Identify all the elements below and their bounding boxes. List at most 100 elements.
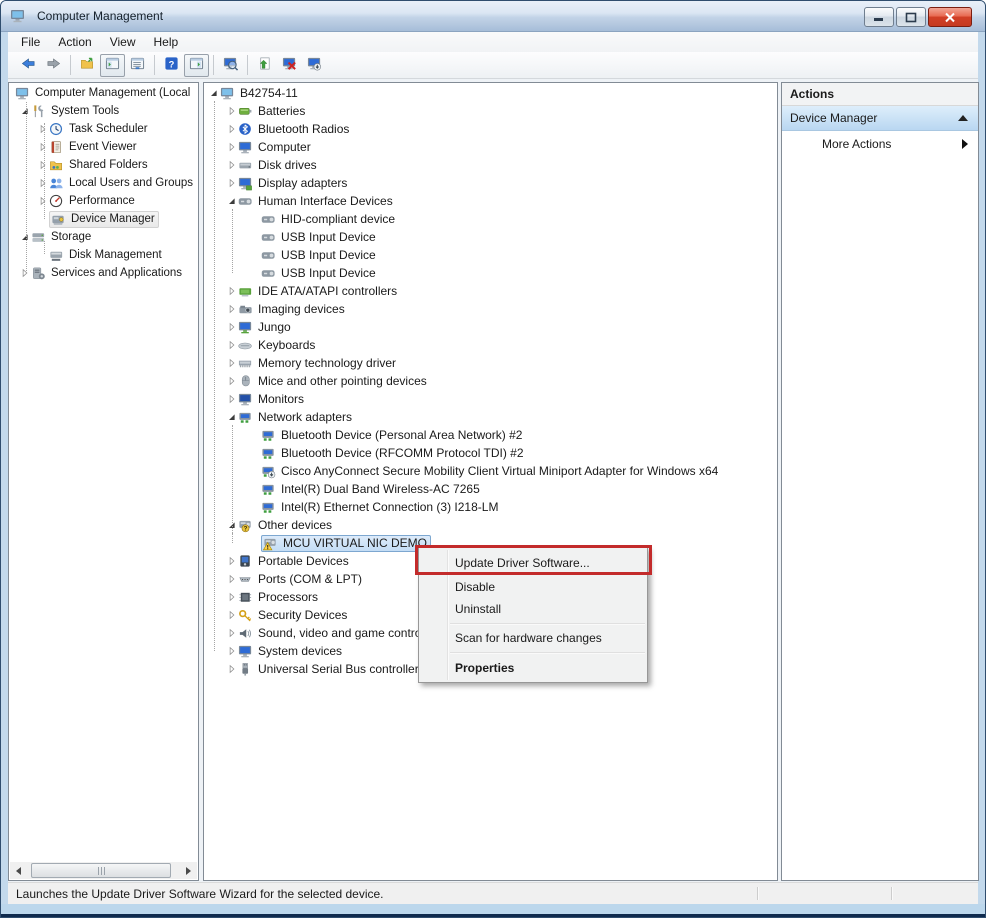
expander-icon[interactable] [225,555,238,568]
expander-icon[interactable] [36,159,49,172]
menu-help[interactable]: Help [145,33,188,51]
close-button[interactable] [928,7,972,27]
up-level-button[interactable] [75,54,100,77]
expander-icon[interactable] [225,177,238,190]
menu-action[interactable]: Action [49,33,100,51]
expander-icon[interactable] [18,105,31,118]
expander-icon[interactable] [225,393,238,406]
scan-hardware-button[interactable] [218,54,243,77]
export-list-button[interactable] [125,54,150,77]
expander-icon[interactable] [225,339,238,352]
expander-icon[interactable] [225,663,238,676]
tree-item-mice-and-other-pointing-devices[interactable]: Mice and other pointing devices [205,372,776,390]
expander-icon[interactable] [225,303,238,316]
tree-item-intel-r-dual-band-wireless-ac-7265[interactable]: Intel(R) Dual Band Wireless-AC 7265 [205,480,776,498]
help-icon: ? [164,56,179,74]
context-menu-item-properties[interactable]: Properties [419,656,647,680]
expander-icon[interactable] [225,105,238,118]
expander-icon[interactable] [18,231,31,244]
context-menu-item-disable[interactable]: Disable [419,576,647,598]
actions-section-device-manager[interactable]: Device Manager [782,106,978,131]
expander-icon[interactable] [36,141,49,154]
context-menu-item-update-driver-software[interactable]: Update Driver Software... [419,550,647,576]
horizontal-scrollbar[interactable] [10,862,197,879]
tree-item-performance[interactable]: Performance [10,192,197,210]
expander-icon[interactable] [225,375,238,388]
tree-item-intel-r-ethernet-connection-3-i218-lm[interactable]: Intel(R) Ethernet Connection (3) I218-LM [205,498,776,516]
collapse-section-icon[interactable] [958,115,968,121]
tree-item-system-tools[interactable]: System Tools [10,102,197,120]
tree-item-other-devices[interactable]: ?Other devices [205,516,776,534]
forward-button[interactable] [41,54,66,77]
expander-icon[interactable] [225,645,238,658]
help-button[interactable]: ? [159,54,184,77]
tree-item-computer[interactable]: Computer [205,138,776,156]
back-button[interactable] [16,54,41,77]
update-driver-button[interactable] [252,54,277,77]
minimize-icon [873,12,885,22]
menu-view[interactable]: View [101,33,145,51]
tree-item-hid-compliant-device[interactable]: HID-compliant device [205,210,776,228]
expander-icon[interactable] [36,177,49,190]
expander-icon[interactable] [225,591,238,604]
submenu-arrow-icon [962,139,968,149]
tree-item-ide-ata-atapi-controllers[interactable]: IDE ATA/ATAPI controllers [205,282,776,300]
action-pane-toggle-button[interactable] [184,54,209,77]
expander-icon[interactable] [207,87,220,100]
tree-item-shared-folders[interactable]: Shared Folders [10,156,197,174]
tree-item-human-interface-devices[interactable]: Human Interface Devices [205,192,776,210]
tree-item-keyboards[interactable]: Keyboards [205,336,776,354]
tree-item-device-manager[interactable]: Device Manager [10,210,197,228]
uninstall-device-button[interactable] [302,54,327,77]
scroll-right-button[interactable] [180,862,197,879]
tree-item-usb-input-device[interactable]: USB Input Device [205,264,776,282]
tree-item-network-adapters[interactable]: Network adapters [205,408,776,426]
expander-icon[interactable] [225,159,238,172]
mouse-icon [238,374,253,389]
tree-item-bluetooth-device-rfcomm-protocol-tdi-2[interactable]: Bluetooth Device (RFCOMM Protocol TDI) #… [205,444,776,462]
tree-item-monitors[interactable]: Monitors [205,390,776,408]
maximize-button[interactable] [896,7,926,27]
tree-item-local-users-and-groups[interactable]: Local Users and Groups [10,174,197,192]
tree-item-services-and-applications[interactable]: Services and Applications [10,264,197,282]
tree-item-bluetooth-radios[interactable]: Bluetooth Radios [205,120,776,138]
tree-item-computer-management-local[interactable]: Computer Management (Local [10,84,197,102]
context-menu-item-uninstall[interactable]: Uninstall [419,598,647,620]
minimize-button[interactable] [864,7,894,27]
tree-item-imaging-devices[interactable]: Imaging devices [205,300,776,318]
expander-icon[interactable] [225,285,238,298]
expander-icon[interactable] [225,627,238,640]
expander-icon[interactable] [225,411,238,424]
more-actions-item[interactable]: More Actions [782,131,978,157]
expander-icon[interactable] [225,195,238,208]
expander-icon[interactable] [225,573,238,586]
tree-item-usb-input-device[interactable]: USB Input Device [205,246,776,264]
disable-device-button[interactable] [277,54,302,77]
scrollbar-thumb[interactable] [31,863,171,878]
tree-item-disk-drives[interactable]: Disk drives [205,156,776,174]
menu-file[interactable]: File [12,33,49,51]
tree-item-display-adapters[interactable]: Display adapters [205,174,776,192]
tree-item-event-viewer[interactable]: Event Viewer [10,138,197,156]
tree-item-memory-technology-driver[interactable]: Memory technology driver [205,354,776,372]
tree-item-b42754-11[interactable]: B42754-11 [205,84,776,102]
tree-item-bluetooth-device-personal-area-network-2[interactable]: Bluetooth Device (Personal Area Network)… [205,426,776,444]
tree-item-batteries[interactable]: Batteries [205,102,776,120]
context-menu-item-scan-for-hardware-changes[interactable]: Scan for hardware changes [419,627,647,649]
expander-icon[interactable] [225,123,238,136]
expander-icon[interactable] [225,357,238,370]
expander-icon[interactable] [225,609,238,622]
tree-item-storage[interactable]: Storage [10,228,197,246]
tree-item-task-scheduler[interactable]: Task Scheduler [10,120,197,138]
tree-item-cisco-anyconnect-secure-mobility-client-vi[interactable]: Cisco AnyConnect Secure Mobility Client … [205,462,776,480]
tree-item-jungo[interactable]: Jungo [205,318,776,336]
expander-icon[interactable] [225,321,238,334]
expander-icon[interactable] [36,195,49,208]
console-tree-toggle-button[interactable] [100,54,125,77]
tree-item-usb-input-device[interactable]: USB Input Device [205,228,776,246]
tree-item-disk-management[interactable]: Disk Management [10,246,197,264]
expander-icon[interactable] [18,267,31,280]
expander-icon[interactable] [36,123,49,136]
scroll-left-button[interactable] [10,862,27,879]
expander-icon[interactable] [225,141,238,154]
